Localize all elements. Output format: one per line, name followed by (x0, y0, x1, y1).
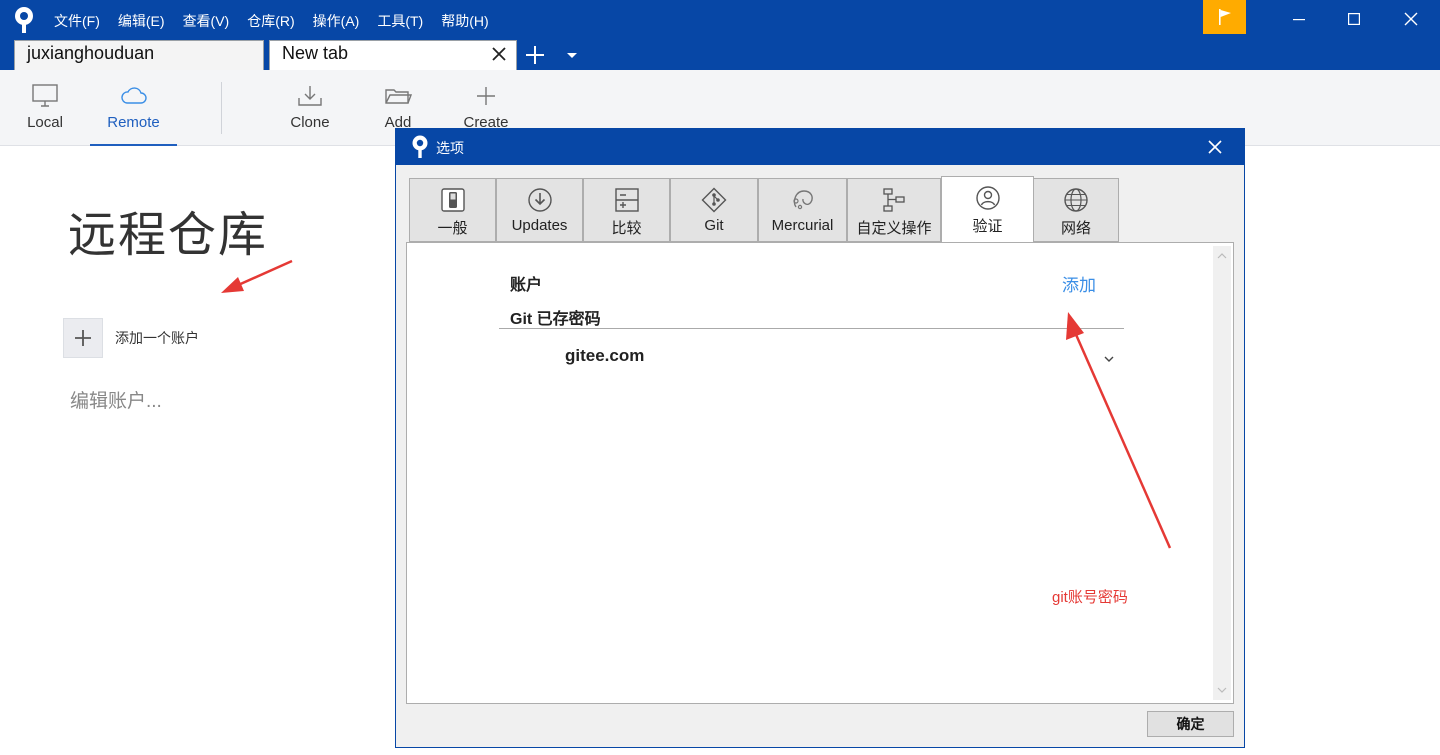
maximize-icon (1348, 13, 1360, 25)
tab-label: 网络 (1060, 220, 1091, 237)
sourcetree-logo-icon (15, 7, 33, 33)
add-account-button[interactable] (63, 318, 103, 358)
clone-button[interactable]: Clone (285, 70, 335, 146)
tab-network[interactable]: 网络 (1033, 178, 1119, 242)
menu-file[interactable]: 文件(F) (54, 8, 100, 34)
flag-button[interactable] (1203, 0, 1246, 34)
plus-icon (477, 87, 495, 105)
tab-label: juxianghouduan (27, 43, 155, 63)
tab-juxianghouduan[interactable]: juxianghouduan (14, 40, 264, 70)
tab-new-tab[interactable]: New tab (269, 40, 517, 70)
close-window-button[interactable] (1382, 0, 1440, 38)
authentication-panel: 账户 添加 Git 已存密码 gitee.com (406, 242, 1234, 704)
globe-icon (1064, 188, 1088, 212)
chevron-down-icon[interactable] (565, 50, 579, 60)
git-saved-passwords-heading: Git 已存密码 (510, 311, 601, 328)
options-dialog: 选项 一般 Updates 比较 Git Mercurial 自定义操作 验证 … (395, 128, 1245, 748)
menu-bar: 文件(F) 编辑(E) 查看(V) 仓库(R) 操作(A) 工具(T) 帮助(H… (54, 8, 507, 34)
tab-authentication[interactable]: 验证 (941, 176, 1034, 243)
menu-help[interactable]: 帮助(H) (441, 8, 488, 34)
chevron-down-icon[interactable] (1104, 356, 1114, 363)
ok-button[interactable]: 确定 (1147, 711, 1234, 737)
flag-icon (1218, 9, 1231, 25)
mercurial-icon (792, 190, 813, 210)
tab-mercurial[interactable]: Mercurial (758, 178, 847, 242)
minimize-icon (1293, 19, 1305, 21)
maximize-button[interactable] (1325, 0, 1383, 38)
remote-button[interactable]: Remote (90, 70, 177, 146)
add-account-link[interactable]: 添加 (1062, 271, 1096, 296)
flowchart-icon (883, 188, 905, 212)
dialog-title: 选项 (436, 140, 464, 156)
accounts-heading: 账户 (510, 277, 543, 294)
tab-general[interactable]: 一般 (409, 178, 496, 242)
menu-tools[interactable]: 工具(T) (377, 8, 423, 34)
toolbar-separator (221, 82, 222, 134)
plus-icon[interactable] (524, 44, 546, 66)
tab-label: 比较 (611, 220, 642, 237)
menu-view[interactable]: 查看(V) (183, 8, 230, 34)
download-icon (298, 86, 322, 106)
tab-label: Updates (511, 217, 568, 234)
download-circle-icon (527, 188, 552, 212)
monitor-icon (32, 84, 58, 107)
chevron-up-icon[interactable] (1217, 252, 1227, 260)
tab-git[interactable]: Git (670, 178, 758, 242)
close-icon[interactable] (490, 45, 508, 63)
close-icon (1404, 12, 1418, 26)
arrow-to-title (221, 259, 293, 293)
edit-accounts-link[interactable]: 编辑账户... (70, 386, 162, 413)
local-label: Local (27, 114, 63, 131)
dialog-titlebar: 选项 (396, 129, 1244, 165)
tab-custom-actions[interactable]: 自定义操作 (847, 178, 941, 242)
close-icon[interactable] (1206, 138, 1224, 156)
remote-label: Remote (107, 114, 160, 131)
menu-repository[interactable]: 仓库(R) (247, 8, 294, 34)
tab-label: New tab (282, 43, 349, 63)
minimize-button[interactable] (1270, 0, 1328, 38)
page-title: 远程仓库 (68, 209, 269, 262)
saved-host-item[interactable]: gitee.com (565, 346, 644, 366)
clone-label: Clone (290, 114, 330, 131)
window-titlebar: 文件(F) 编辑(E) 查看(V) 仓库(R) 操作(A) 工具(T) 帮助(H… (0, 0, 1440, 70)
diff-icon (614, 188, 639, 212)
add-account-label[interactable]: 添加一个账户 (115, 328, 199, 348)
tab-updates[interactable]: Updates (496, 178, 583, 242)
folder-icon (385, 89, 412, 104)
sourcetree-logo-icon (412, 135, 428, 158)
section-divider (499, 328, 1124, 329)
tab-label: 自定义操作 (856, 220, 932, 237)
vertical-scrollbar[interactable] (1213, 246, 1231, 700)
tab-compare[interactable]: 比较 (583, 178, 670, 242)
user-circle-icon (975, 186, 1000, 210)
tab-label: Git (704, 217, 724, 234)
chevron-down-icon[interactable] (1217, 686, 1227, 694)
menu-actions[interactable]: 操作(A) (313, 8, 360, 34)
annotation-text: git账号密码 (1052, 589, 1128, 606)
git-icon (701, 187, 727, 213)
local-button[interactable]: Local (22, 70, 68, 146)
tab-label: Mercurial (771, 217, 834, 234)
menu-edit[interactable]: 编辑(E) (118, 8, 165, 34)
tab-label: 验证 (972, 218, 1003, 235)
cloud-icon (120, 87, 147, 104)
switch-icon (440, 188, 465, 212)
plus-icon (75, 330, 91, 346)
tab-label: 一般 (437, 220, 468, 237)
